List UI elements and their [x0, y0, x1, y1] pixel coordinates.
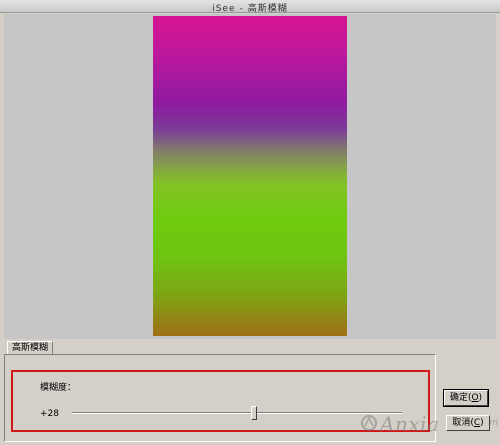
blur-amount-label: 模糊度： [40, 383, 77, 393]
title-bar[interactable]: iSee - 高斯模糊 [0, 0, 500, 14]
cancel-button-label: 取消 [452, 418, 471, 428]
ok-shortcut: O [471, 393, 479, 403]
watermark-text: Anxia [380, 412, 440, 436]
title-app-name: iSee [212, 4, 236, 14]
blur-value-readout: +28 [40, 409, 59, 419]
window-title: iSee - 高斯模糊 [0, 1, 500, 14]
blur-slider-thumb[interactable] [251, 406, 257, 420]
tab-label: 高斯模糊 [12, 343, 49, 353]
cancel-button[interactable]: 取消(C) [446, 415, 490, 431]
title-dialog-name: 高斯模糊 [247, 4, 288, 14]
tab-gaussian-blur[interactable]: 高斯模糊 [7, 341, 54, 354]
watermark-logo-icon [361, 415, 377, 431]
blur-slider-track[interactable] [72, 412, 402, 414]
ok-button-label: 确定 [449, 393, 468, 403]
gaussian-blur-dialog: iSee-高斯模糊 高斯模糊 模糊度： +28 确定(O) Anxia .com… [0, 0, 500, 445]
preview-image [153, 16, 347, 336]
preview-canvas [4, 14, 496, 339]
blurred-image-preview [153, 16, 347, 336]
cancel-shortcut: C [473, 418, 481, 428]
title-separator: - [239, 4, 244, 14]
